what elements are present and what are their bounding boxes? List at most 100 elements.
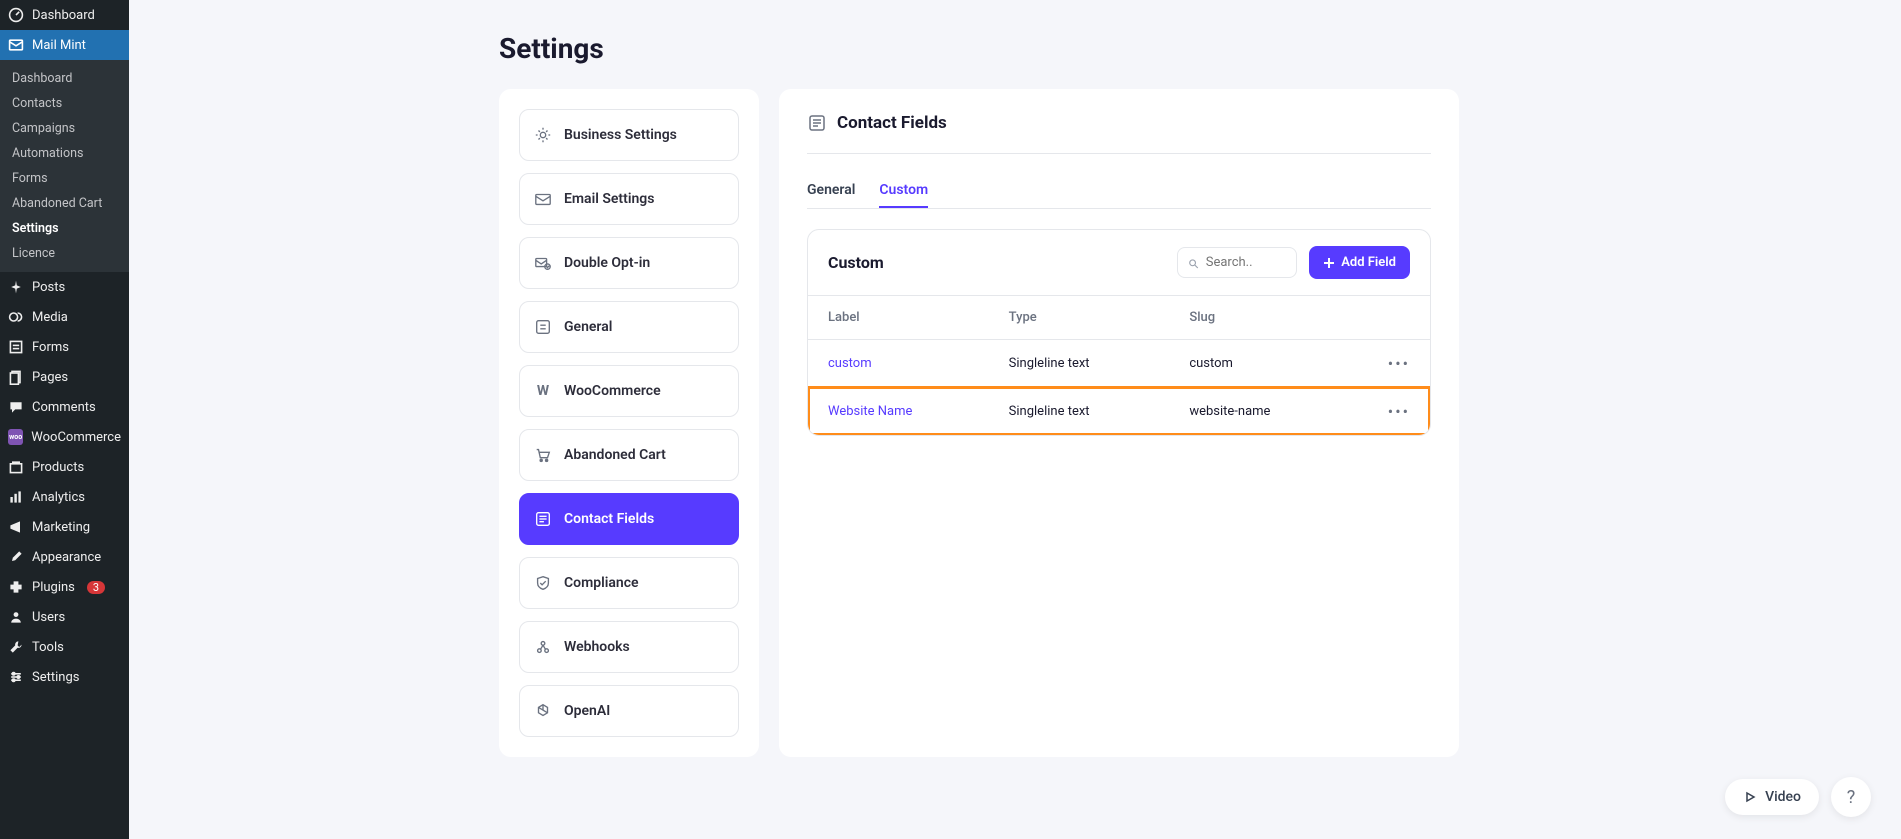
add-field-button[interactable]: Add Field [1309, 246, 1410, 279]
fields-icon [534, 510, 552, 528]
user-icon [8, 609, 24, 625]
settings-nav-webhooks[interactable]: Webhooks [519, 621, 739, 673]
sidebar-label: Forms [32, 340, 69, 355]
marketing-icon [8, 519, 24, 535]
settings-nav: Business Settings Email Settings Double … [499, 89, 759, 757]
shield-icon [534, 574, 552, 592]
sidebar-label: Plugins [32, 580, 75, 595]
help-button[interactable]: ? [1831, 777, 1871, 817]
sub-licence[interactable]: Licence [0, 241, 129, 266]
sidebar-item-tools[interactable]: Tools [0, 632, 129, 662]
general-icon [534, 318, 552, 336]
fields-table-card: Custom Add Field Label [807, 229, 1431, 436]
settings-nav-abandoned-cart[interactable]: Abandoned Cart [519, 429, 739, 481]
wp-admin-sidebar: Dashboard Mail Mint Dashboard Contacts C… [0, 0, 129, 839]
settings-nav-business[interactable]: Business Settings [519, 109, 739, 161]
sidebar-item-media[interactable]: Media [0, 302, 129, 332]
sidebar-label: Pages [32, 370, 68, 385]
sub-dashboard[interactable]: Dashboard [0, 66, 129, 91]
sidebar-item-woocommerce[interactable]: woo WooCommerce [0, 422, 129, 452]
sidebar-label: Dashboard [32, 8, 95, 23]
brush-icon [8, 549, 24, 565]
col-label: Label [828, 310, 1009, 325]
settings-nav-label: General [564, 319, 612, 335]
sidebar-submenu: Dashboard Contacts Campaigns Automations… [0, 60, 129, 272]
analytics-icon [8, 489, 24, 505]
mail-icon [8, 37, 24, 53]
contact-fields-panel: Contact Fields General Custom Custom [779, 89, 1459, 757]
search-box[interactable] [1177, 247, 1297, 278]
settings-nav-email[interactable]: Email Settings [519, 173, 739, 225]
row-actions-icon[interactable]: ••• [1370, 402, 1410, 421]
sub-settings[interactable]: Settings [0, 216, 129, 241]
settings-nav-label: Email Settings [564, 191, 654, 207]
settings-nav-label: Abandoned Cart [564, 447, 666, 463]
sidebar-item-comments[interactable]: Comments [0, 392, 129, 422]
optin-icon [534, 254, 552, 272]
woo-w-icon: W [534, 382, 552, 400]
row-label-link[interactable]: custom [828, 356, 1009, 371]
sub-contacts[interactable]: Contacts [0, 91, 129, 116]
row-type: Singleline text [1009, 404, 1190, 419]
row-actions-icon[interactable]: ••• [1370, 354, 1410, 373]
products-icon [8, 459, 24, 475]
settings-nav-woocommerce[interactable]: W WooCommerce [519, 365, 739, 417]
tab-general[interactable]: General [807, 174, 855, 208]
sidebar-item-plugins[interactable]: Plugins 3 [0, 572, 129, 602]
col-slug: Slug [1189, 310, 1370, 325]
sidebar-label: Analytics [32, 490, 85, 505]
sidebar-label: Mail Mint [32, 38, 86, 53]
sidebar-label: Media [32, 310, 68, 325]
sidebar-item-users[interactable]: Users [0, 602, 129, 632]
tab-custom[interactable]: Custom [879, 174, 928, 208]
sidebar-item-appearance[interactable]: Appearance [0, 542, 129, 572]
table-row: custom Singleline text custom ••• [808, 339, 1430, 387]
sidebar-label: Marketing [32, 520, 90, 535]
settings-nav-label: OpenAI [564, 703, 610, 719]
sidebar-item-dashboard[interactable]: Dashboard [0, 0, 129, 30]
settings-nav-general[interactable]: General [519, 301, 739, 353]
sidebar-item-forms[interactable]: Forms [0, 332, 129, 362]
sidebar-label: WooCommerce [31, 430, 121, 445]
sidebar-item-products[interactable]: Products [0, 452, 129, 482]
cart-icon [534, 446, 552, 464]
settings-nav-openai[interactable]: OpenAI [519, 685, 739, 737]
gear-icon [534, 126, 552, 144]
sidebar-item-posts[interactable]: Posts [0, 272, 129, 302]
table-head-title: Custom [828, 253, 884, 272]
settings-nav-label: WooCommerce [564, 383, 661, 399]
fields-table: Label Type Slug custom Singleline text c… [808, 295, 1430, 435]
search-input[interactable] [1206, 255, 1287, 270]
row-label-link[interactable]: Website Name [828, 404, 1009, 419]
settings-nav-label: Double Opt-in [564, 255, 650, 271]
sub-campaigns[interactable]: Campaigns [0, 116, 129, 141]
float-actions: Video ? [1725, 777, 1871, 817]
table-header-row: Label Type Slug [808, 295, 1430, 339]
settings-nav-contact-fields[interactable]: Contact Fields [519, 493, 739, 545]
settings-nav-optin[interactable]: Double Opt-in [519, 237, 739, 289]
woo-icon: woo [8, 429, 23, 445]
openai-icon [534, 702, 552, 720]
pin-icon [8, 279, 24, 295]
sidebar-item-analytics[interactable]: Analytics [0, 482, 129, 512]
settings-nav-label: Compliance [564, 575, 639, 591]
video-label: Video [1765, 789, 1801, 805]
page-icon [8, 369, 24, 385]
sub-automations[interactable]: Automations [0, 141, 129, 166]
content-wrap: Business Settings Email Settings Double … [499, 89, 1851, 757]
video-button[interactable]: Video [1725, 779, 1819, 815]
settings-nav-compliance[interactable]: Compliance [519, 557, 739, 609]
settings-nav-label: Webhooks [564, 639, 630, 655]
media-icon [8, 309, 24, 325]
fields-icon [807, 113, 827, 133]
tool-icon [8, 639, 24, 655]
settings-icon [8, 669, 24, 685]
sub-abandoned-cart[interactable]: Abandoned Cart [0, 191, 129, 216]
search-icon [1188, 256, 1200, 270]
sidebar-item-marketing[interactable]: Marketing [0, 512, 129, 542]
sidebar-item-mailmint[interactable]: Mail Mint [0, 30, 129, 60]
sub-forms[interactable]: Forms [0, 166, 129, 191]
sidebar-item-settings[interactable]: Settings [0, 662, 129, 692]
sidebar-item-pages[interactable]: Pages [0, 362, 129, 392]
main-content: Settings Business Settings Email Setting… [129, 0, 1901, 839]
